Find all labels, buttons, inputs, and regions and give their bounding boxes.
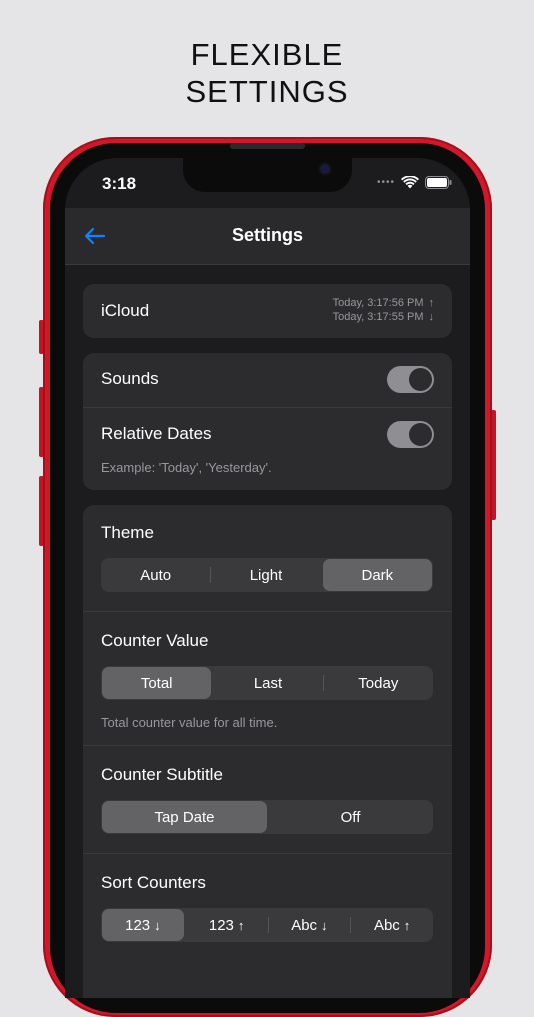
speaker-grille (230, 143, 305, 149)
icloud-card[interactable]: iCloud Today, 3:17:56 PM ↑ Today, 3:17:5… (83, 284, 452, 338)
arrow-up-icon: ↑ (428, 297, 435, 309)
front-camera-icon (320, 164, 330, 174)
arrow-up-icon: ↑ (237, 917, 245, 933)
headline-line-2: SETTINGS (185, 74, 349, 109)
counter-value-option-last[interactable]: Last (213, 666, 322, 700)
counter-subtitle-label: Counter Subtitle (101, 765, 223, 784)
battery-icon (425, 176, 452, 189)
theme-option-dark[interactable]: Dark (322, 559, 432, 591)
counter-value-label: Counter Value (101, 631, 209, 650)
sort-option-label: 123 (125, 916, 151, 934)
divider (83, 407, 452, 408)
divider (83, 745, 452, 746)
divider (83, 611, 452, 612)
arrow-down-icon: ↓ (428, 311, 435, 323)
sort-option-alpha-ascending[interactable]: Abc ↑ (351, 908, 433, 942)
phone-screen: 3:18 •••• Settings iCloud Today, 3:17:56… (65, 158, 470, 998)
relative-dates-toggle[interactable] (387, 421, 434, 448)
options-card: Theme Auto Light Dark Counter Value Tota… (83, 505, 452, 998)
sort-option-number-descending[interactable]: 123 ↓ (102, 909, 184, 941)
icloud-sync-status: Today, 3:17:56 PM ↑ Today, 3:17:55 PM ↓ (333, 296, 434, 324)
sort-option-number-ascending[interactable]: 123 ↑ (186, 908, 268, 942)
relative-dates-example: Example: 'Today', 'Yesterday'. (101, 460, 272, 475)
counter-value-description: Total counter value for all time. (101, 715, 278, 730)
counter-value-segmented-control: Total Last Today (101, 666, 433, 700)
sounds-toggle-knob (409, 368, 432, 391)
relative-dates-label: Relative Dates (101, 424, 212, 443)
sort-option-label: Abc (291, 916, 318, 934)
theme-option-light[interactable]: Light (211, 558, 320, 592)
status-icons: •••• (377, 176, 452, 189)
headline: FLEXIBLE SETTINGS (0, 36, 534, 110)
sounds-toggle[interactable] (387, 366, 434, 393)
sort-counters-segmented-control: 123 ↓ 123 ↑ Abc ↓ Abc ↑ (101, 908, 433, 942)
download-time: Today, 3:17:55 PM (332, 311, 424, 323)
theme-option-auto[interactable]: Auto (101, 558, 210, 592)
cellular-signal-icon: •••• (376, 177, 395, 188)
arrow-up-icon: ↑ (403, 917, 411, 933)
relative-dates-toggle-knob (409, 423, 432, 446)
notch (183, 158, 352, 192)
settings-list: iCloud Today, 3:17:56 PM ↑ Today, 3:17:5… (65, 265, 470, 998)
theme-label: Theme (101, 523, 154, 542)
wifi-icon (401, 176, 419, 189)
counter-value-option-today[interactable]: Today (324, 666, 433, 700)
sounds-label: Sounds (101, 369, 159, 388)
counter-value-option-total[interactable]: Total (102, 667, 212, 699)
icloud-label: iCloud (101, 301, 150, 320)
counter-subtitle-option-off[interactable]: Off (268, 800, 433, 834)
sort-option-label: 123 (208, 916, 234, 934)
arrow-down-icon: ↓ (154, 917, 161, 933)
page-title: Settings (231, 225, 303, 245)
divider (83, 853, 452, 854)
toggles-card: Sounds Relative Dates Example: 'Today', … (83, 353, 452, 490)
arrow-down-icon: ↓ (321, 917, 328, 933)
segment-separator (321, 567, 322, 583)
counter-subtitle-segmented-control: Tap Date Off (101, 800, 433, 834)
counter-subtitle-option-tap-date[interactable]: Tap Date (102, 801, 267, 833)
navigation-bar: Settings (65, 208, 470, 265)
sort-option-label: Abc (373, 916, 400, 934)
headline-line-1: FLEXIBLE (190, 37, 344, 72)
sort-counters-label: Sort Counters (101, 873, 206, 892)
sort-option-alpha-descending[interactable]: Abc ↓ (269, 908, 351, 942)
upload-time: Today, 3:17:56 PM (332, 297, 424, 309)
status-time: 3:18 (102, 174, 137, 193)
theme-segmented-control: Auto Light Dark (101, 558, 433, 592)
